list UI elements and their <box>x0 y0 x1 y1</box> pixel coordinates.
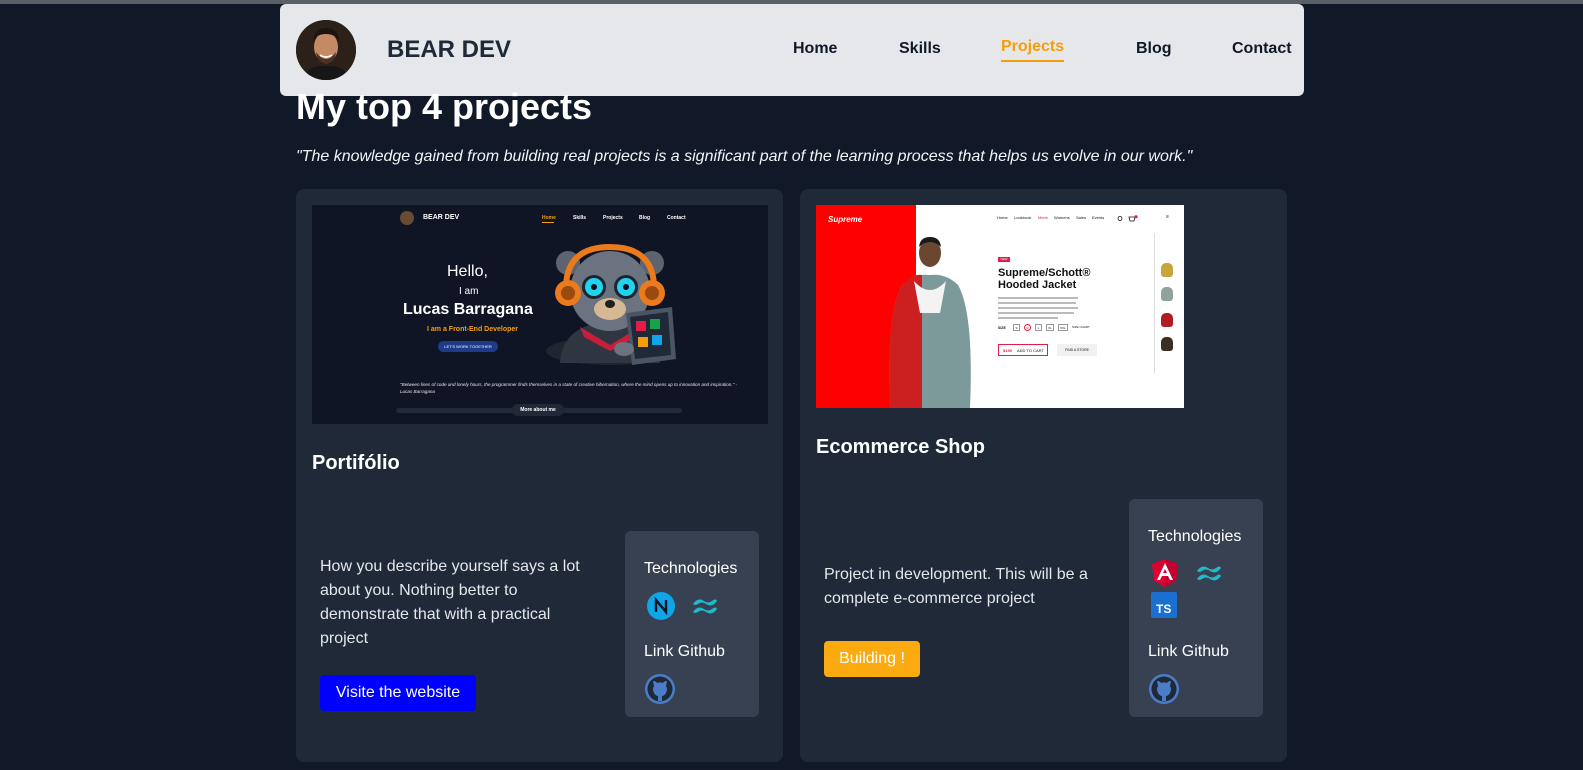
mini-nav-underline <box>542 222 554 223</box>
mini-more-button: More about me <box>512 404 564 416</box>
size-s: S <box>1013 324 1020 331</box>
project-card-ecommerce: Supreme Home Lookbook Mens Womens Sales … <box>800 189 1287 762</box>
nav-link-home[interactable]: Home <box>793 40 837 58</box>
shop-header-icons <box>1117 215 1138 222</box>
page-quote: "The knowledge gained from building real… <box>296 148 1193 165</box>
size-m: M <box>1024 324 1031 331</box>
github-label: Link Github <box>644 643 725 660</box>
page-title: My top 4 projects <box>296 86 593 127</box>
technologies-panel: Technologies TS Link Github <box>1129 499 1263 717</box>
size-l: L <box>1035 324 1042 331</box>
technologies-label: Technologies <box>1148 528 1242 545</box>
thumb-divider <box>1154 233 1155 373</box>
thumb-brown <box>1161 337 1173 351</box>
mini-iam: I am <box>459 286 479 297</box>
project-card-portfolio: BEAR DEV Home Skills Projects Blog Conta… <box>296 189 783 762</box>
project-description: How you describe yourself says a lot abo… <box>320 558 580 647</box>
tailwind-icon <box>693 599 717 614</box>
thumb-grey <box>1161 287 1173 301</box>
mini-brand: BEAR DEV <box>423 214 460 221</box>
mini-quote: "Between lines of code and lonely hours,… <box>400 382 738 394</box>
size-label: SIZE <box>998 326 1006 330</box>
add-to-cart-mini: $199 ADD TO CART <box>998 344 1048 356</box>
find-store-mini: FIND A STORE <box>1057 344 1097 356</box>
bear-illustration <box>546 243 676 365</box>
shop-nav-home: Home <box>997 215 1008 220</box>
shop-nav-mens: Mens <box>1038 215 1048 220</box>
mini-nav-contact: Contact <box>667 215 686 221</box>
project-description: Project in development. This will be a c… <box>824 566 1088 607</box>
svg-text:TS: TS <box>1156 602 1171 616</box>
product-description-lines <box>998 297 1080 321</box>
brand-name: BEAR DEV <box>387 36 512 63</box>
mini-nav-home: Home <box>542 215 556 221</box>
shop-menu-icon: ≡ <box>1166 214 1169 220</box>
mini-price: $199 <box>1003 348 1012 353</box>
model-figure <box>889 237 971 408</box>
mini-nav-skills: Skills <box>573 215 587 221</box>
new-badge: NEW <box>998 257 1010 262</box>
project-title: Ecommerce Shop <box>816 436 985 458</box>
shop-nav-sales: Sales <box>1076 215 1087 220</box>
product-title: Supreme/Schott® Hooded Jacket <box>998 267 1091 291</box>
thumb-red <box>1161 313 1173 327</box>
github-icon[interactable] <box>644 673 676 705</box>
tailwind-icon <box>1197 566 1221 581</box>
nav-link-projects-label: Projects <box>1001 38 1065 55</box>
shop-nav-womens: Womens <box>1054 215 1070 220</box>
navbar: BEAR DEV Home Skills Projects Blog Conta… <box>280 4 1304 96</box>
nav-link-contact[interactable]: Contact <box>1232 40 1292 58</box>
technologies-label: Technologies <box>644 560 738 577</box>
building-button[interactable]: Building ! <box>824 641 920 677</box>
typescript-icon: TS <box>1151 592 1177 618</box>
active-nav-underline <box>1001 60 1065 62</box>
avatar[interactable] <box>296 20 356 80</box>
github-label: Link Github <box>1148 643 1229 660</box>
mini-avatar <box>400 211 414 225</box>
mini-nav-projects: Projects <box>603 215 623 221</box>
project-screenshot-portfolio: BEAR DEV Home Skills Projects Blog Conta… <box>312 205 768 424</box>
mini-hello: Hello, <box>447 263 488 280</box>
supreme-logo: Supreme <box>828 215 863 224</box>
mini-name: Lucas Barragana <box>403 301 533 318</box>
thumb-yellow <box>1161 263 1173 277</box>
mini-nav-blog: Blog <box>639 215 651 221</box>
nav-link-projects[interactable]: Projects <box>1001 38 1065 62</box>
size-xxl: XXL <box>1058 324 1068 331</box>
size-chart-link: SIZE CHART <box>1072 325 1090 329</box>
nextjs-icon <box>647 592 675 620</box>
shop-nav-events: Events <box>1092 215 1105 220</box>
project-title: Portifólio <box>312 452 400 474</box>
visit-website-button[interactable]: Visite the website <box>320 675 476 711</box>
nav-link-skills[interactable]: Skills <box>899 40 941 58</box>
size-xl: XL <box>1046 324 1054 331</box>
mini-role: I am a Front-End Developer <box>427 326 519 333</box>
shop-nav-lookbook: Lookbook <box>1014 215 1032 220</box>
technologies-panel: Technologies Link Github <box>625 531 759 717</box>
nav-link-blog[interactable]: Blog <box>1136 40 1172 58</box>
mini-add-to-cart: ADD TO CART <box>1017 348 1044 353</box>
mini-cta-button: LET'S WORK TOGETHER <box>438 341 498 352</box>
project-screenshot-ecommerce: Supreme Home Lookbook Mens Womens Sales … <box>816 205 1184 408</box>
github-icon[interactable] <box>1148 673 1180 705</box>
angular-icon <box>1152 559 1178 587</box>
